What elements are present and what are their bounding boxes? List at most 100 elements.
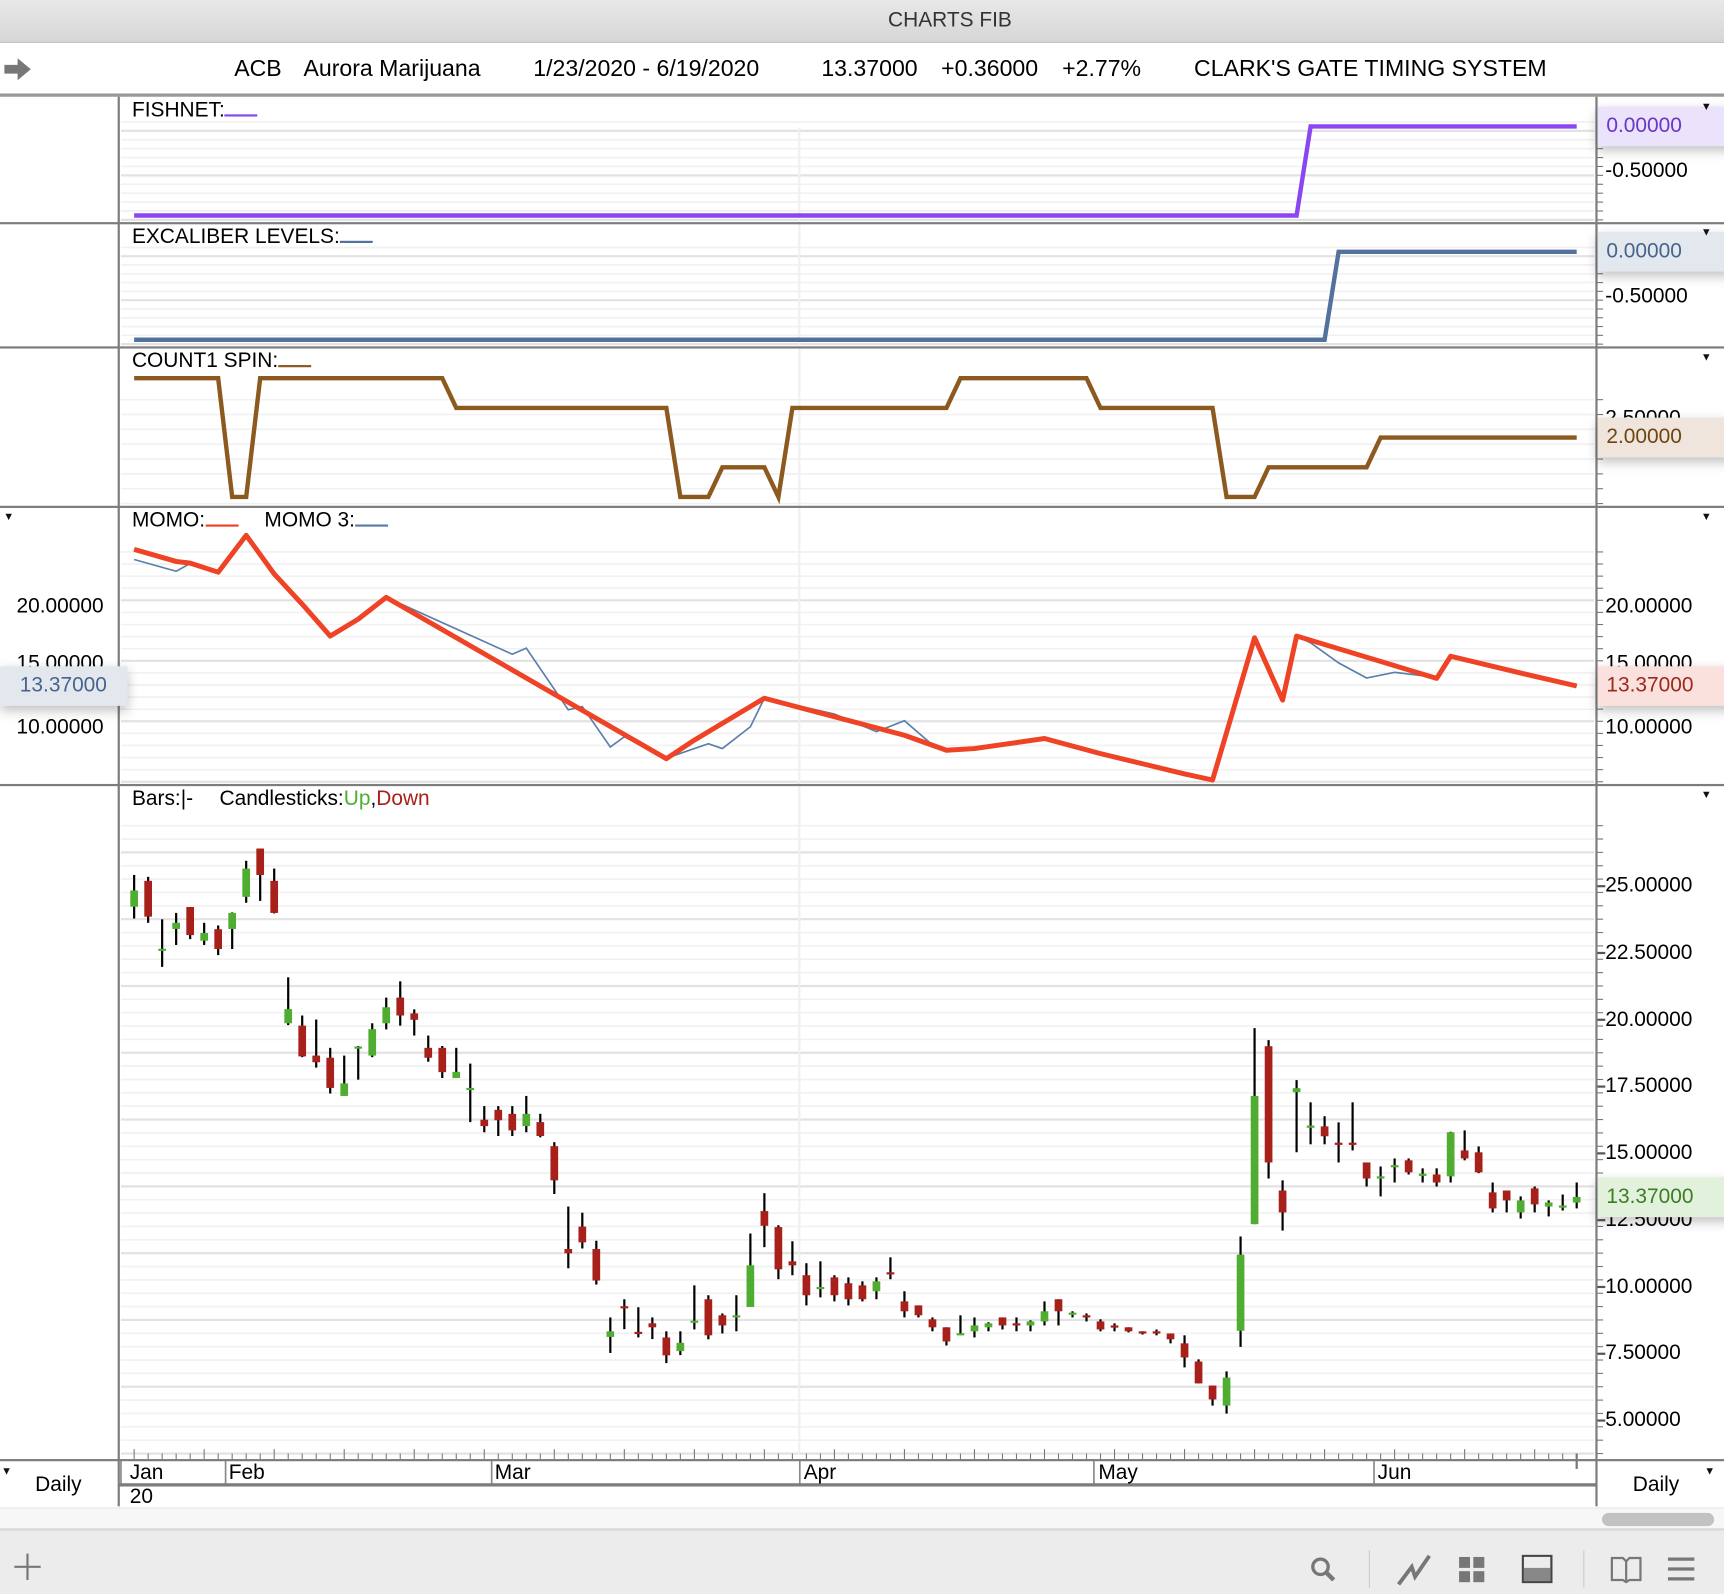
- candle-body: [1390, 1165, 1399, 1168]
- period-selector-right[interactable]: Daily: [1633, 1473, 1679, 1497]
- plus-icon[interactable]: [13, 1552, 42, 1581]
- candlestick: [1418, 1168, 1427, 1183]
- candlestick: [270, 868, 279, 914]
- candlestick: [1054, 1299, 1063, 1326]
- panel-menu-triangle-icon[interactable]: ▼: [1701, 352, 1712, 364]
- candlestick: [914, 1305, 923, 1318]
- candlestick: [1250, 1028, 1259, 1225]
- candle-body: [830, 1277, 839, 1296]
- axis-tick-label: 20.00000: [1605, 594, 1693, 618]
- candle-body: [676, 1342, 685, 1352]
- menu-icon[interactable]: [1667, 1557, 1696, 1581]
- search-icon[interactable]: [1308, 1555, 1337, 1584]
- panel-menu-triangle-icon[interactable]: ▼: [1701, 226, 1712, 238]
- toolbar-separator: [1368, 1550, 1370, 1588]
- line-chart-icon[interactable]: [1396, 1552, 1431, 1586]
- candlestick: [214, 925, 223, 956]
- candle-body: [760, 1211, 769, 1226]
- candlestick: [494, 1106, 503, 1137]
- momo-line: [133, 532, 1578, 783]
- candle-body: [1530, 1188, 1539, 1205]
- candlestick: [830, 1275, 839, 1302]
- legend-down: Down: [376, 787, 430, 811]
- candlestick: [438, 1045, 447, 1079]
- candle-body: [172, 922, 181, 929]
- candlestick: [368, 1023, 377, 1058]
- candlestick: [704, 1295, 713, 1340]
- panel-divider[interactable]: [0, 222, 1724, 225]
- candlestick: [606, 1317, 615, 1353]
- panel-divider[interactable]: [0, 783, 1724, 787]
- candle-body: [1432, 1174, 1441, 1183]
- candle-body: [1306, 1125, 1315, 1128]
- candlestick: [676, 1331, 685, 1356]
- candle-body: [242, 868, 251, 897]
- candlestick: [1040, 1301, 1049, 1326]
- candle-body: [900, 1301, 909, 1312]
- candlestick: [886, 1257, 895, 1280]
- panel-menu-triangle-icon[interactable]: ▼: [1701, 101, 1712, 113]
- candlestick: [1278, 1180, 1287, 1231]
- period-selector-left[interactable]: Daily: [35, 1473, 81, 1497]
- panel-divider[interactable]: [0, 346, 1724, 349]
- candle-body: [536, 1122, 545, 1137]
- candle-body: [158, 948, 166, 951]
- candlestick: [242, 860, 251, 903]
- spin-legend: COUNT1 SPIN:: [132, 350, 312, 374]
- period-menu-triangle-icon[interactable]: ▼: [1704, 1466, 1715, 1478]
- momo-legend: MOMO: MOMO 3:: [132, 509, 388, 533]
- candlestick: [928, 1317, 937, 1332]
- candlestick: [284, 977, 293, 1026]
- legend-swatch: [354, 524, 388, 527]
- candle-body: [886, 1272, 895, 1275]
- candle-body: [1124, 1327, 1133, 1332]
- candle-body: [914, 1305, 923, 1316]
- legend-swatch: [278, 365, 312, 368]
- legend-label: Candlesticks:: [219, 787, 344, 811]
- candlestick: [396, 981, 405, 1026]
- grid-icon[interactable]: [1459, 1556, 1485, 1583]
- candlestick: [144, 876, 152, 923]
- panel-menu-triangle-icon[interactable]: ▼: [1701, 789, 1712, 801]
- candlestick: [1306, 1102, 1315, 1145]
- axis-tick-label: 20.00000: [16, 594, 104, 618]
- candlestick: [774, 1225, 783, 1280]
- candlestick: [732, 1295, 741, 1332]
- price-axis-tick-label: 25.00000: [1605, 874, 1693, 898]
- candle-body: [1194, 1361, 1203, 1384]
- candlestick: [298, 1015, 307, 1058]
- panel-divider[interactable]: [0, 505, 1724, 508]
- candle-body: [1040, 1311, 1049, 1322]
- candle-body: [298, 1025, 307, 1057]
- axis-tick-label: 2.50000: [1605, 407, 1681, 418]
- candle-body: [998, 1317, 1007, 1326]
- panel-menu-triangle-icon[interactable]: ▼: [1701, 511, 1712, 523]
- candlestick: [1152, 1329, 1161, 1336]
- candle-body: [396, 997, 405, 1016]
- candle-body: [284, 1009, 293, 1024]
- panel-icon[interactable]: [1521, 1554, 1553, 1584]
- legend-label: Bars:: [131, 787, 181, 811]
- candlestick: [508, 1106, 517, 1137]
- scrollbar-thumb[interactable]: [1601, 1512, 1715, 1527]
- candlestick: [228, 912, 237, 949]
- candlestick: [1558, 1194, 1567, 1211]
- price-axis-tick-label: 20.00000: [1605, 1007, 1693, 1031]
- period-menu-triangle-icon[interactable]: ▼: [1, 1466, 12, 1478]
- candle-body: [1334, 1142, 1343, 1145]
- panel-menu-triangle-icon[interactable]: ▼: [3, 511, 14, 523]
- candle-body: [1278, 1190, 1287, 1213]
- candlestick: [1460, 1130, 1469, 1161]
- candlestick: [1530, 1186, 1539, 1213]
- candlestick: [1222, 1371, 1231, 1414]
- candle-body: [480, 1119, 489, 1127]
- book-icon[interactable]: [1610, 1555, 1643, 1584]
- candle-body: [1208, 1385, 1217, 1400]
- candle-body: [1082, 1315, 1091, 1318]
- year-label: 20: [129, 1485, 153, 1509]
- toolbar-separator: [1583, 1550, 1585, 1588]
- candle-body: [522, 1113, 531, 1127]
- legend-swatch: [339, 240, 373, 243]
- horizontal-scrollbar[interactable]: [0, 1507, 1724, 1529]
- price-axis-tick-label: 10.00000: [1605, 1274, 1693, 1298]
